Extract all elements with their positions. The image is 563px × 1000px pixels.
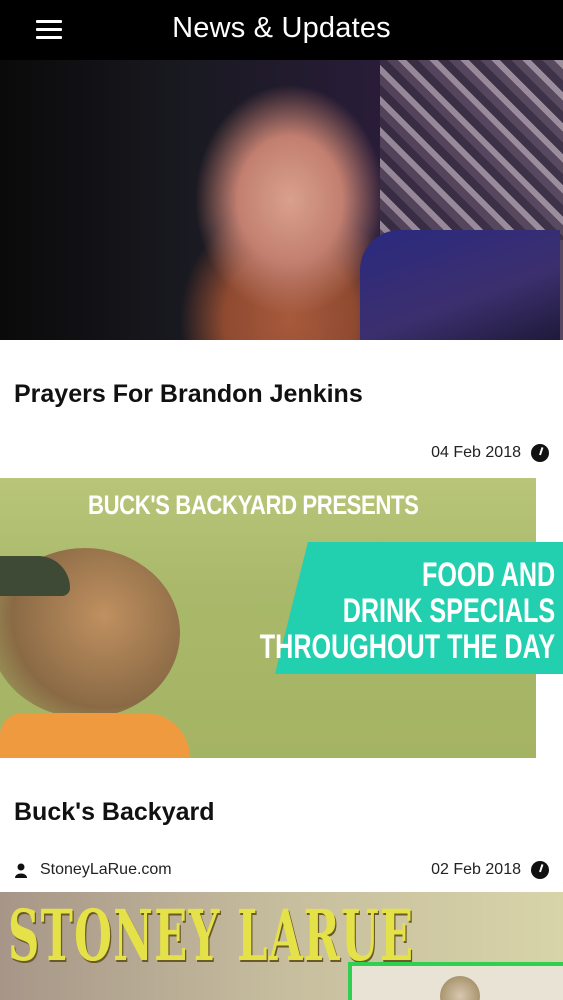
news-card-date: 04 Feb 2018 — [431, 444, 521, 461]
news-card-image[interactable]: STONEY LARUE — [0, 892, 563, 1000]
news-card-title[interactable]: Prayers For Brandon Jenkins — [14, 380, 363, 409]
news-card[interactable]: STONEY LARUE — [0, 892, 563, 1000]
user-icon — [15, 863, 27, 878]
app-header: News & Updates — [0, 0, 563, 60]
page-title: News & Updates — [172, 12, 391, 44]
news-card-title[interactable]: Buck's Backyard — [14, 798, 215, 827]
news-card[interactable]: Prayers For Brandon Jenkins 04 Feb 2018 — [0, 60, 563, 480]
image-heading-text: BUCK'S BACKYARD PRESENTS — [88, 490, 419, 520]
image-banner-text: FOOD AND DRINK SPECIALS THROUGHOUT THE D… — [259, 556, 555, 666]
news-card-image[interactable] — [0, 60, 563, 340]
clock-icon — [531, 861, 549, 879]
news-card-author[interactable]: StoneyLaRue.com — [40, 861, 172, 879]
news-card[interactable]: BUCK'S BACKYARD PRESENTS FOOD AND DRINK … — [0, 478, 563, 892]
news-card-date: 02 Feb 2018 — [431, 861, 521, 878]
clock-icon — [531, 444, 549, 462]
